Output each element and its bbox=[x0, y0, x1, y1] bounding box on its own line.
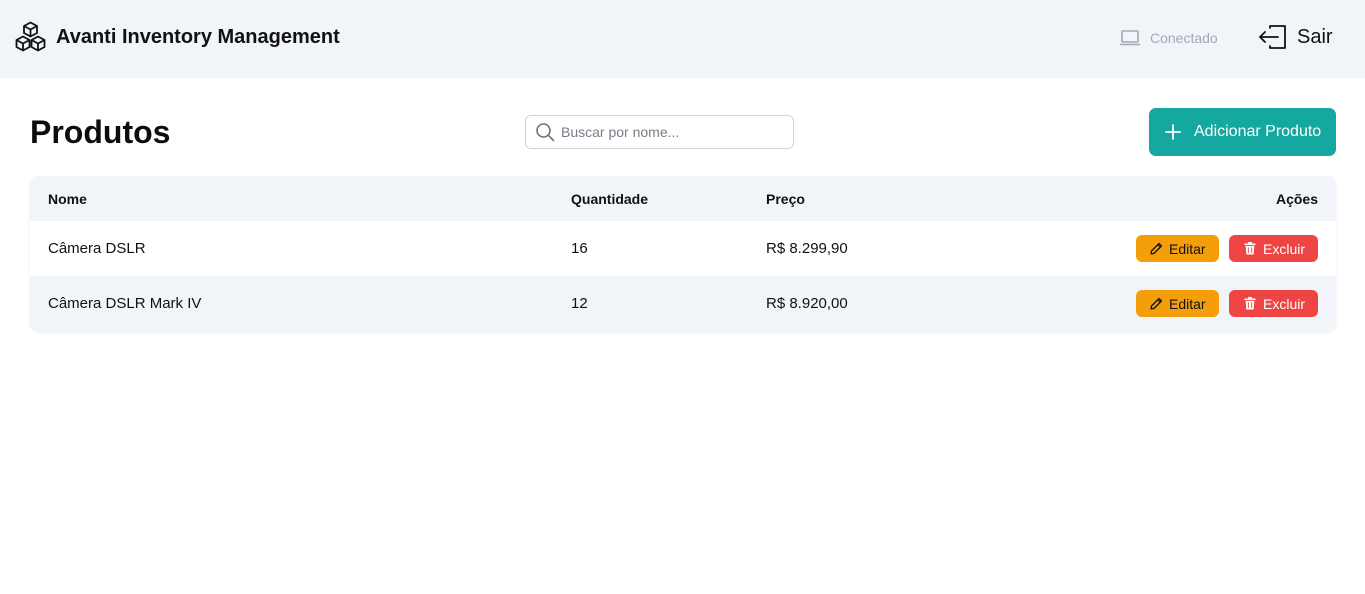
column-header-quantity: Quantidade bbox=[571, 190, 649, 207]
table-row: Câmera DSLR 16 R$ 8.299,90 Editar Exclui… bbox=[30, 221, 1336, 276]
app-title: Avanti Inventory Management bbox=[56, 25, 340, 48]
product-quantity-cell: 16 bbox=[571, 240, 588, 257]
product-name-cell: Câmera DSLR bbox=[48, 240, 146, 257]
logout-icon bbox=[1259, 25, 1286, 49]
trash-icon bbox=[1244, 297, 1256, 310]
product-quantity-cell: 12 bbox=[571, 295, 588, 312]
edit-button[interactable]: Editar bbox=[1136, 235, 1219, 262]
brand: Avanti Inventory Management bbox=[14, 20, 340, 54]
product-price-cell: R$ 8.920,00 bbox=[766, 295, 848, 312]
delete-button[interactable]: Excluir bbox=[1229, 235, 1318, 262]
product-price-cell: R$ 8.299,90 bbox=[766, 240, 848, 257]
column-header-name: Nome bbox=[48, 190, 87, 207]
add-product-label: Adicionar Produto bbox=[1194, 123, 1322, 140]
delete-label: Excluir bbox=[1263, 240, 1306, 257]
table-header: Nome Quantidade Preço Ações bbox=[30, 176, 1336, 221]
pencil-icon bbox=[1150, 242, 1163, 255]
row-actions: Editar Excluir bbox=[1136, 276, 1318, 331]
table-row: Câmera DSLR Mark IV 12 R$ 8.920,00 Edita… bbox=[30, 276, 1336, 331]
delete-label: Excluir bbox=[1263, 295, 1306, 312]
top-navbar: Avanti Inventory Management Conectado Sa… bbox=[0, 0, 1365, 78]
product-name-cell: Câmera DSLR Mark IV bbox=[48, 295, 202, 312]
edit-label: Editar bbox=[1169, 240, 1206, 257]
search-input[interactable] bbox=[561, 116, 789, 148]
search-box bbox=[525, 115, 794, 149]
logout-button[interactable]: Sair bbox=[1258, 22, 1333, 52]
plus-icon bbox=[1165, 124, 1181, 140]
pencil-icon bbox=[1150, 297, 1163, 310]
column-header-actions: Ações bbox=[1275, 190, 1318, 207]
row-actions: Editar Excluir bbox=[1136, 221, 1318, 276]
cubes-icon bbox=[15, 21, 46, 51]
trash-icon bbox=[1244, 242, 1256, 255]
add-product-button[interactable]: Adicionar Produto bbox=[1149, 108, 1336, 156]
connection-status: Conectado bbox=[1119, 27, 1218, 49]
laptop-icon bbox=[1120, 30, 1140, 46]
edit-button[interactable]: Editar bbox=[1136, 290, 1219, 317]
search-icon bbox=[536, 123, 555, 142]
logout-label: Sair bbox=[1297, 25, 1333, 48]
products-table: Nome Quantidade Preço Ações Câmera DSLR … bbox=[30, 176, 1336, 332]
status-label: Conectado bbox=[1150, 30, 1218, 46]
page-title: Produtos bbox=[30, 114, 171, 150]
delete-button[interactable]: Excluir bbox=[1229, 290, 1318, 317]
edit-label: Editar bbox=[1169, 295, 1206, 312]
column-header-price: Preço bbox=[766, 190, 805, 207]
